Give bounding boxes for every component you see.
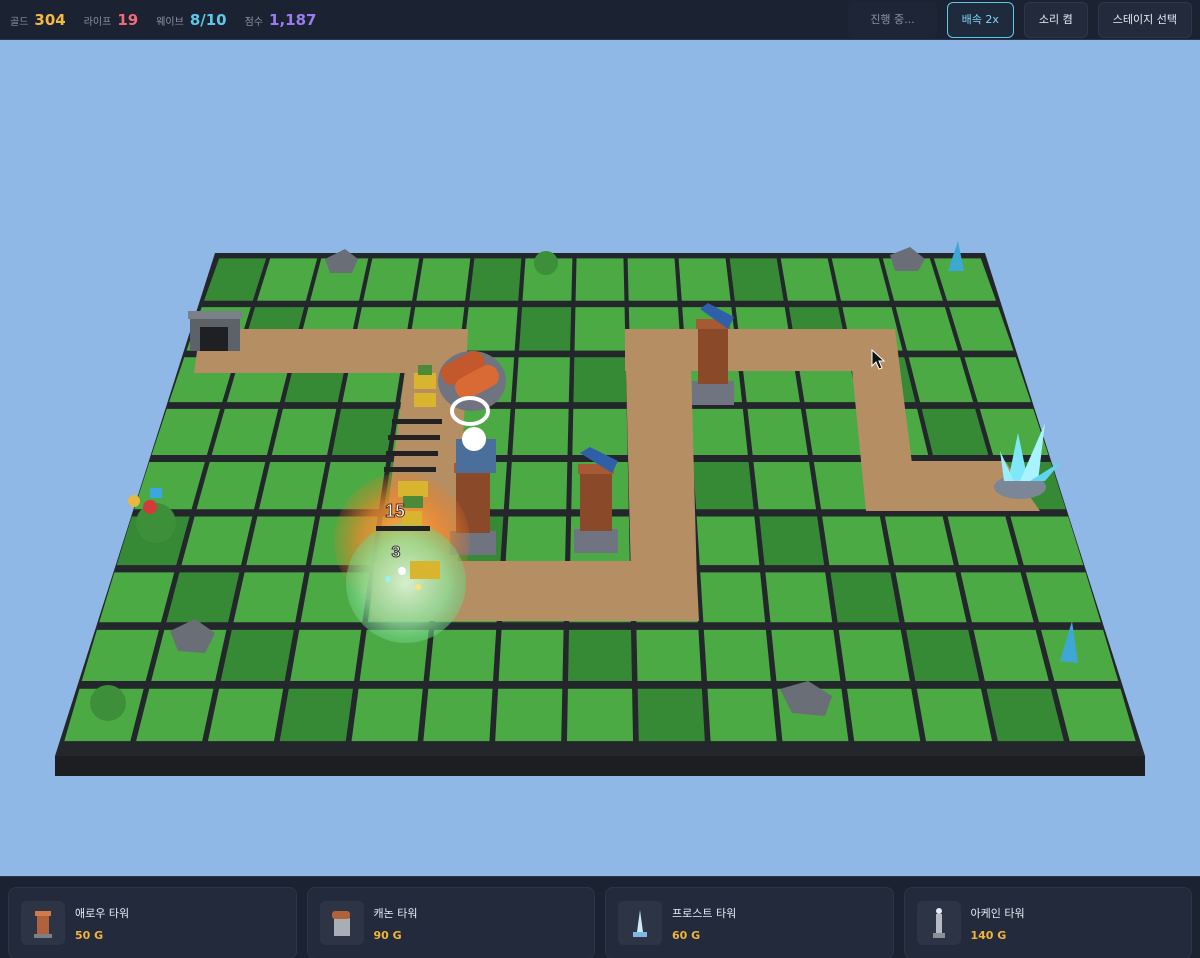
grass-tile[interactable]: [906, 629, 980, 681]
grass-tile[interactable]: [693, 461, 754, 510]
tower-card-frost[interactable]: 프로스트 타워 60 G: [605, 887, 894, 958]
tower-cost: 90 G: [373, 928, 402, 942]
score-label: 점수: [244, 16, 264, 28]
grass-tile[interactable]: [637, 688, 705, 742]
grass-tile[interactable]: [729, 258, 784, 301]
grass-tile[interactable]: [703, 629, 771, 681]
life-value: 19: [117, 10, 139, 29]
grass-tile[interactable]: [469, 258, 522, 301]
grass-tile[interactable]: [696, 516, 760, 566]
grass-tile[interactable]: [575, 258, 625, 301]
grass-tile[interactable]: [290, 629, 362, 681]
grass-tile[interactable]: [574, 307, 626, 351]
grass-tile[interactable]: [838, 629, 910, 681]
grass-tile[interactable]: [765, 572, 833, 623]
grass-tile[interactable]: [429, 629, 497, 681]
grass-tile[interactable]: [136, 688, 214, 742]
grass-tile[interactable]: [973, 629, 1049, 681]
tower-cost: 50 G: [75, 928, 104, 942]
grass-tile[interactable]: [636, 629, 702, 681]
frost-tower-icon: [618, 901, 662, 945]
grass-tile[interactable]: [759, 516, 825, 566]
damage-number: 15: [385, 501, 405, 521]
wave-status-text: 진행 중...: [848, 2, 937, 38]
speed-toggle-button[interactable]: 배속 2x: [946, 2, 1014, 38]
grass-tile[interactable]: [519, 307, 572, 351]
tower-card-arcane[interactable]: 아케인 타워 140 G: [903, 887, 1192, 958]
grass-tile[interactable]: [363, 258, 420, 301]
game-board-canvas[interactable]: 15 3: [0, 41, 1200, 876]
score-value: 1,187: [269, 10, 317, 29]
heal-aura-effect: [346, 523, 466, 643]
hud-controls: 진행 중... 배속 2x 소리 켬 스테이지 선택: [848, 0, 1192, 40]
grass-tile[interactable]: [689, 408, 748, 455]
grass-tile[interactable]: [986, 688, 1064, 742]
wave-stat: 웨이브 8/10: [156, 11, 226, 29]
grass-tile[interactable]: [822, 516, 889, 566]
tower-name: 프로스트 타워: [672, 906, 737, 920]
grass-tile[interactable]: [498, 629, 564, 681]
score-stat: 점수 1,187: [245, 11, 317, 29]
grass-tile[interactable]: [246, 516, 316, 566]
tower-shop: 애로우 타워 50 G 캐논 타워 90 G 프로스트 타워 60 G 아케인 …: [0, 876, 1200, 958]
grass-tile[interactable]: [271, 408, 337, 455]
grass-tile[interactable]: [463, 307, 518, 351]
grass-tile[interactable]: [351, 688, 423, 742]
grass-tile[interactable]: [771, 629, 841, 681]
grass-tile[interactable]: [780, 258, 837, 301]
tower-card-arrow[interactable]: 애로우 타워 50 G: [8, 887, 297, 958]
cannon-tower-icon: [319, 901, 364, 945]
arrow-tower-icon: [21, 901, 65, 945]
gold-value: 304: [34, 10, 66, 29]
damage-number: 3: [392, 544, 401, 561]
gold-stat: 골드 304: [10, 11, 66, 29]
grass-tile[interactable]: [220, 629, 294, 681]
grass-tile[interactable]: [279, 688, 353, 742]
grass-tile[interactable]: [566, 688, 634, 742]
grass-tile[interactable]: [753, 461, 817, 510]
wave-value: 8/10: [189, 10, 227, 29]
tower-name: 애로우 타워: [75, 906, 130, 920]
arcane-tower-icon: [916, 901, 961, 945]
sound-toggle-button[interactable]: 소리 켬: [1023, 2, 1088, 38]
wave-label: 웨이브: [156, 16, 184, 28]
tower-cost: 60 G: [672, 928, 701, 942]
gold-label: 골드: [10, 16, 29, 28]
grass-tile[interactable]: [416, 258, 471, 301]
top-hud: 골드 304 라이프 19 웨이브 8/10 점수 1,187 진행 중... …: [0, 0, 1200, 40]
grass-tile[interactable]: [884, 516, 954, 566]
grass-tile[interactable]: [495, 688, 563, 742]
game-viewport[interactable]: 15 3: [0, 41, 1200, 876]
grass-tile[interactable]: [512, 408, 569, 455]
grass-tile[interactable]: [331, 408, 395, 455]
grass-tile[interactable]: [700, 572, 766, 623]
life-stat: 라이프 19: [84, 11, 138, 29]
grass-tile[interactable]: [259, 461, 326, 510]
enemy-spawn-gate: [188, 311, 242, 351]
stage-select-button[interactable]: 스테이지 선택: [1097, 2, 1192, 38]
grass-tile[interactable]: [515, 357, 570, 403]
grass-tile[interactable]: [233, 572, 305, 623]
tower-name: 캐논 타워: [373, 906, 418, 920]
tower-name: 아케인 타워: [970, 906, 1025, 920]
tower-cost: 140 G: [970, 928, 1007, 942]
grass-tile[interactable]: [830, 572, 900, 623]
tower-card-cannon[interactable]: 캐논 타워 90 G: [306, 887, 595, 958]
grass-tile[interactable]: [505, 516, 567, 566]
grass-tile[interactable]: [707, 688, 777, 742]
grass-tile[interactable]: [207, 688, 284, 742]
grass-tile[interactable]: [568, 629, 632, 681]
board-side: [55, 756, 1145, 776]
grass-tile[interactable]: [423, 688, 493, 742]
grass-tile[interactable]: [847, 688, 921, 742]
life-label: 라이프: [83, 16, 112, 28]
grass-tile[interactable]: [573, 357, 627, 403]
grass-tile[interactable]: [572, 408, 628, 455]
grass-tile[interactable]: [747, 408, 808, 455]
grass-tile[interactable]: [627, 258, 678, 301]
grass-tile[interactable]: [678, 258, 731, 301]
grass-tile[interactable]: [895, 572, 967, 623]
grass-tile[interactable]: [508, 461, 568, 510]
grass-tile[interactable]: [916, 688, 993, 742]
